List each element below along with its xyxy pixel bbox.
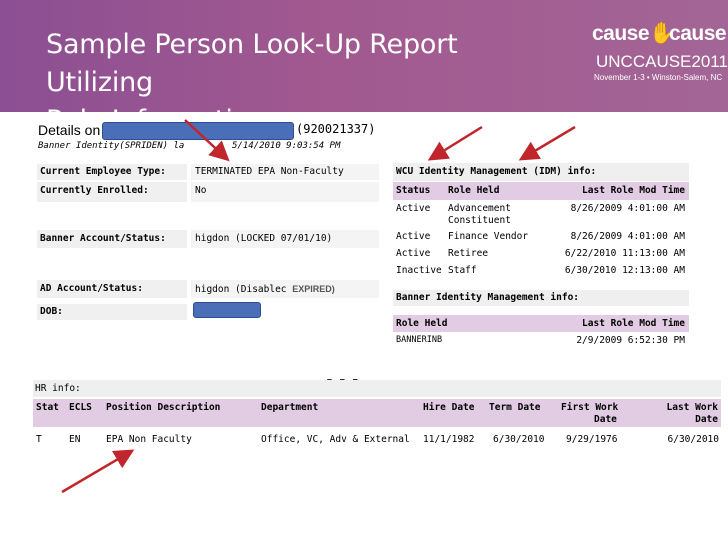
arrow-idm-right: [518, 125, 576, 161]
annotation-arrows: [61, 119, 576, 494]
arrow-hr: [61, 449, 135, 494]
arrow-details: [184, 119, 230, 162]
arrow-idm-left: [427, 125, 483, 161]
